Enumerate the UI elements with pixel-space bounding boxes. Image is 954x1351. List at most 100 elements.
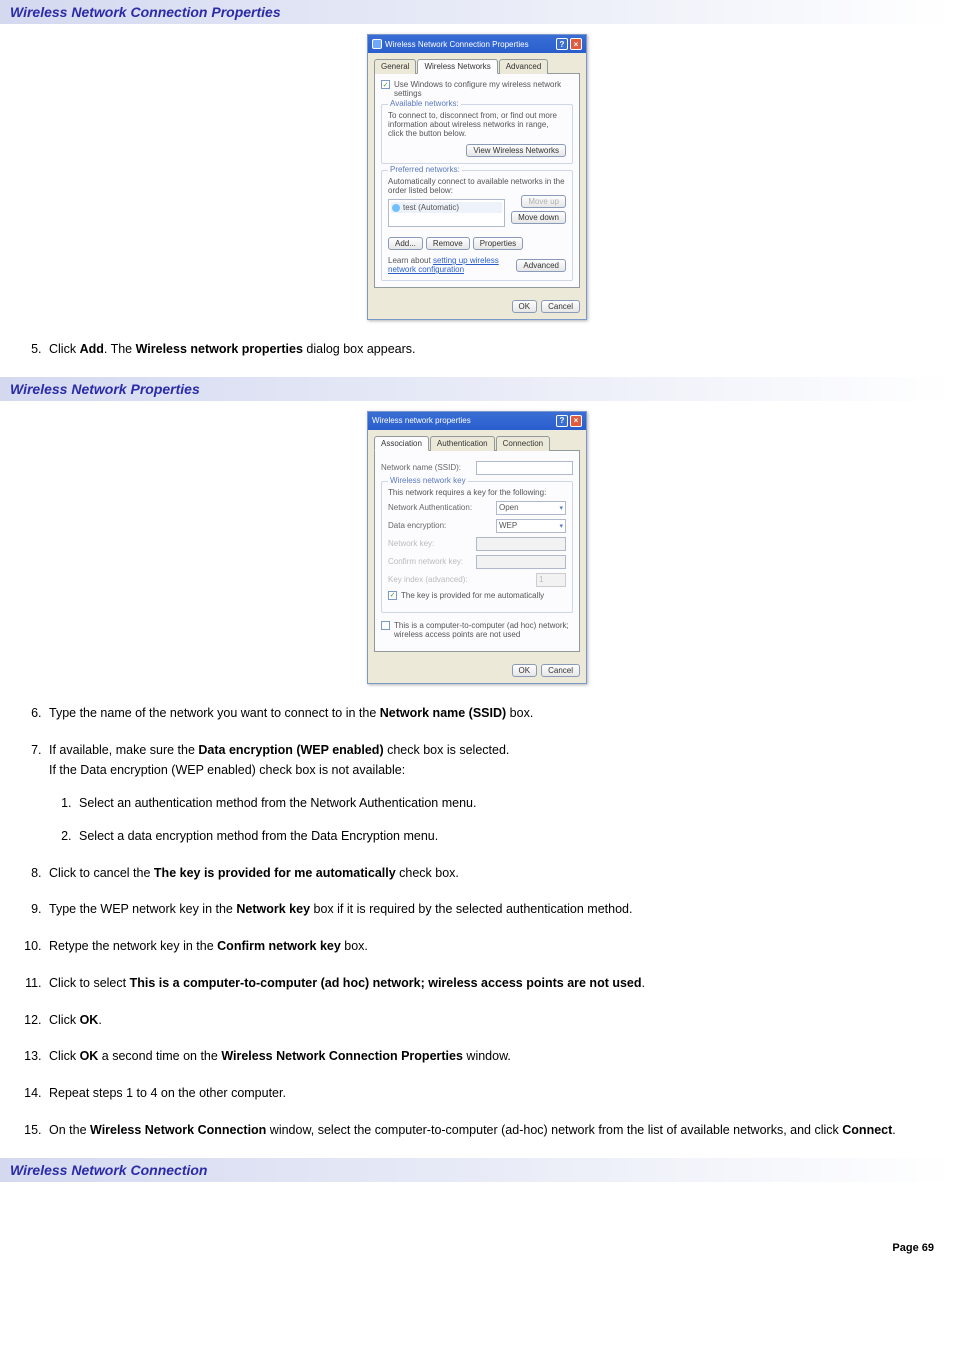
step-text: . bbox=[642, 976, 645, 990]
move-up-button[interactable]: Move up bbox=[521, 195, 566, 208]
view-wireless-networks-button[interactable]: View Wireless Networks bbox=[466, 144, 566, 157]
confirm-key-label: Confirm network key: bbox=[388, 557, 472, 566]
preferred-networks-title: Preferred networks: bbox=[388, 165, 462, 174]
add-button[interactable]: Add... bbox=[388, 237, 423, 250]
ok-button[interactable]: OK bbox=[512, 300, 538, 313]
remove-button[interactable]: Remove bbox=[426, 237, 470, 250]
network-auth-select[interactable]: Open ▾ bbox=[496, 501, 566, 515]
substep-text: Select a data encryption method from the… bbox=[75, 829, 438, 843]
network-auth-label: Network Authentication: bbox=[388, 503, 492, 512]
properties-button[interactable]: Properties bbox=[473, 237, 523, 250]
advanced-button[interactable]: Advanced bbox=[516, 259, 566, 272]
step-bold: OK bbox=[80, 1013, 99, 1027]
section-header-connection-properties: Wireless Network Connection Properties bbox=[0, 0, 954, 24]
preferred-networks-text: Automatically connect to available netwo… bbox=[388, 177, 566, 195]
step-5: Click Add. The Wireless network properti… bbox=[45, 340, 934, 359]
step-bold: OK bbox=[80, 1049, 99, 1063]
help-button[interactable]: ? bbox=[556, 38, 568, 50]
step-text: Click bbox=[49, 1013, 80, 1027]
step-bold: The key is provided for me automatically bbox=[154, 866, 396, 880]
step-text: Repeat steps 1 to 4 on the other compute… bbox=[45, 1086, 286, 1100]
tab-association[interactable]: Association bbox=[374, 436, 429, 451]
use-windows-label: Use Windows to configure my wireless net… bbox=[394, 80, 573, 98]
adhoc-checkbox[interactable] bbox=[381, 621, 390, 630]
step-bold: Confirm network key bbox=[217, 939, 341, 953]
step-text: box. bbox=[506, 706, 533, 720]
chevron-down-icon: ▾ bbox=[559, 504, 563, 512]
step-text: check box is selected. bbox=[384, 743, 510, 757]
tab-authentication[interactable]: Authentication bbox=[430, 436, 495, 451]
dialog-network-properties: Wireless network properties ? × Associat… bbox=[367, 411, 587, 684]
step-bold: Network name (SSID) bbox=[380, 706, 506, 720]
dialog1-titlebar: Wireless Network Connection Properties ?… bbox=[368, 35, 586, 53]
learn-about-text: Learn about bbox=[388, 256, 433, 265]
step-bold: This is a computer-to-computer (ad hoc) … bbox=[130, 976, 642, 990]
step-9: Type the WEP network key in the Network … bbox=[45, 900, 934, 919]
key-index-stepper: 1 bbox=[536, 573, 566, 587]
step-11: Click to select This is a computer-to-co… bbox=[45, 974, 934, 993]
step-text: check box. bbox=[396, 866, 459, 880]
chevron-down-icon: ▾ bbox=[559, 522, 563, 530]
list-item[interactable]: test (Automatic) bbox=[391, 202, 502, 213]
step-7-note: If the Data encryption (WEP enabled) che… bbox=[45, 761, 934, 780]
step-text: window, select the computer-to-computer … bbox=[266, 1123, 842, 1137]
page-footer: Page 69 bbox=[0, 1222, 954, 1264]
help-button[interactable]: ? bbox=[556, 415, 568, 427]
cancel-button[interactable]: Cancel bbox=[541, 664, 580, 677]
available-networks-text: To connect to, disconnect from, or find … bbox=[388, 111, 566, 138]
step-text: . The bbox=[104, 342, 136, 356]
dialog2-title: Wireless network properties bbox=[372, 416, 471, 425]
dialog1-title: Wireless Network Connection Properties bbox=[385, 40, 529, 49]
section-header-wireless-connection: Wireless Network Connection bbox=[0, 1158, 954, 1182]
step-7-sub-1: Select an authentication method from the… bbox=[75, 794, 934, 813]
step-text: If available, make sure the bbox=[49, 743, 198, 757]
dialog-connection-properties: Wireless Network Connection Properties ?… bbox=[367, 34, 587, 320]
step-14: Repeat steps 1 to 4 on the other compute… bbox=[45, 1084, 934, 1103]
section-header-network-properties: Wireless Network Properties bbox=[0, 377, 954, 401]
network-key-input bbox=[476, 537, 566, 551]
ssid-input[interactable] bbox=[476, 461, 573, 475]
select-value: Open bbox=[499, 503, 519, 512]
tab-advanced[interactable]: Advanced bbox=[499, 59, 549, 74]
step-text: box. bbox=[341, 939, 368, 953]
use-windows-checkbox[interactable]: ✓ bbox=[381, 80, 390, 89]
dialog2-screenshot: Wireless network properties ? × Associat… bbox=[0, 411, 954, 684]
step-text: . bbox=[892, 1123, 895, 1137]
wireless-key-group-text: This network requires a key for the foll… bbox=[388, 488, 566, 497]
step-10: Retype the network key in the Confirm ne… bbox=[45, 937, 934, 956]
ok-button[interactable]: OK bbox=[512, 664, 538, 677]
step-text: box if it is required by the selected au… bbox=[310, 902, 632, 916]
step-text: On the bbox=[49, 1123, 90, 1137]
step-text: window. bbox=[463, 1049, 511, 1063]
data-encryption-select[interactable]: WEP ▾ bbox=[496, 519, 566, 533]
step-bold: Wireless network properties bbox=[136, 342, 303, 356]
dialog2-titlebar: Wireless network properties ? × bbox=[368, 412, 586, 430]
substep-text: Select an authentication method from the… bbox=[75, 796, 476, 810]
stepper-value: 1 bbox=[539, 575, 543, 584]
step-text: Click to cancel the bbox=[49, 866, 154, 880]
data-encryption-label: Data encryption: bbox=[388, 521, 492, 530]
auto-key-checkbox[interactable]: ✓ bbox=[388, 591, 397, 600]
adhoc-label: This is a computer-to-computer (ad hoc) … bbox=[394, 621, 573, 639]
step-6: Type the name of the network you want to… bbox=[45, 704, 934, 723]
ssid-label: Network name (SSID): bbox=[381, 463, 472, 472]
close-button[interactable]: × bbox=[570, 38, 582, 50]
step-bold: Network key bbox=[236, 902, 310, 916]
step-bold: Add bbox=[80, 342, 104, 356]
close-button[interactable]: × bbox=[570, 415, 582, 427]
step-bold: Connect bbox=[842, 1123, 892, 1137]
key-index-label: Key index (advanced): bbox=[388, 575, 532, 584]
cancel-button[interactable]: Cancel bbox=[541, 300, 580, 313]
move-down-button[interactable]: Move down bbox=[511, 211, 566, 224]
preferred-networks-list[interactable]: test (Automatic) bbox=[388, 199, 505, 227]
tab-connection[interactable]: Connection bbox=[496, 436, 550, 451]
step-15: On the Wireless Network Connection windo… bbox=[45, 1121, 934, 1140]
tab-general[interactable]: General bbox=[374, 59, 416, 74]
step-text: Click bbox=[49, 1049, 80, 1063]
step-bold: Wireless Network Connection Properties bbox=[221, 1049, 463, 1063]
tab-wireless-networks[interactable]: Wireless Networks bbox=[417, 59, 497, 74]
select-value: WEP bbox=[499, 521, 517, 530]
step-text: Type the WEP network key in the bbox=[49, 902, 236, 916]
network-key-label: Network key: bbox=[388, 539, 472, 548]
available-networks-title: Available networks: bbox=[388, 99, 461, 108]
